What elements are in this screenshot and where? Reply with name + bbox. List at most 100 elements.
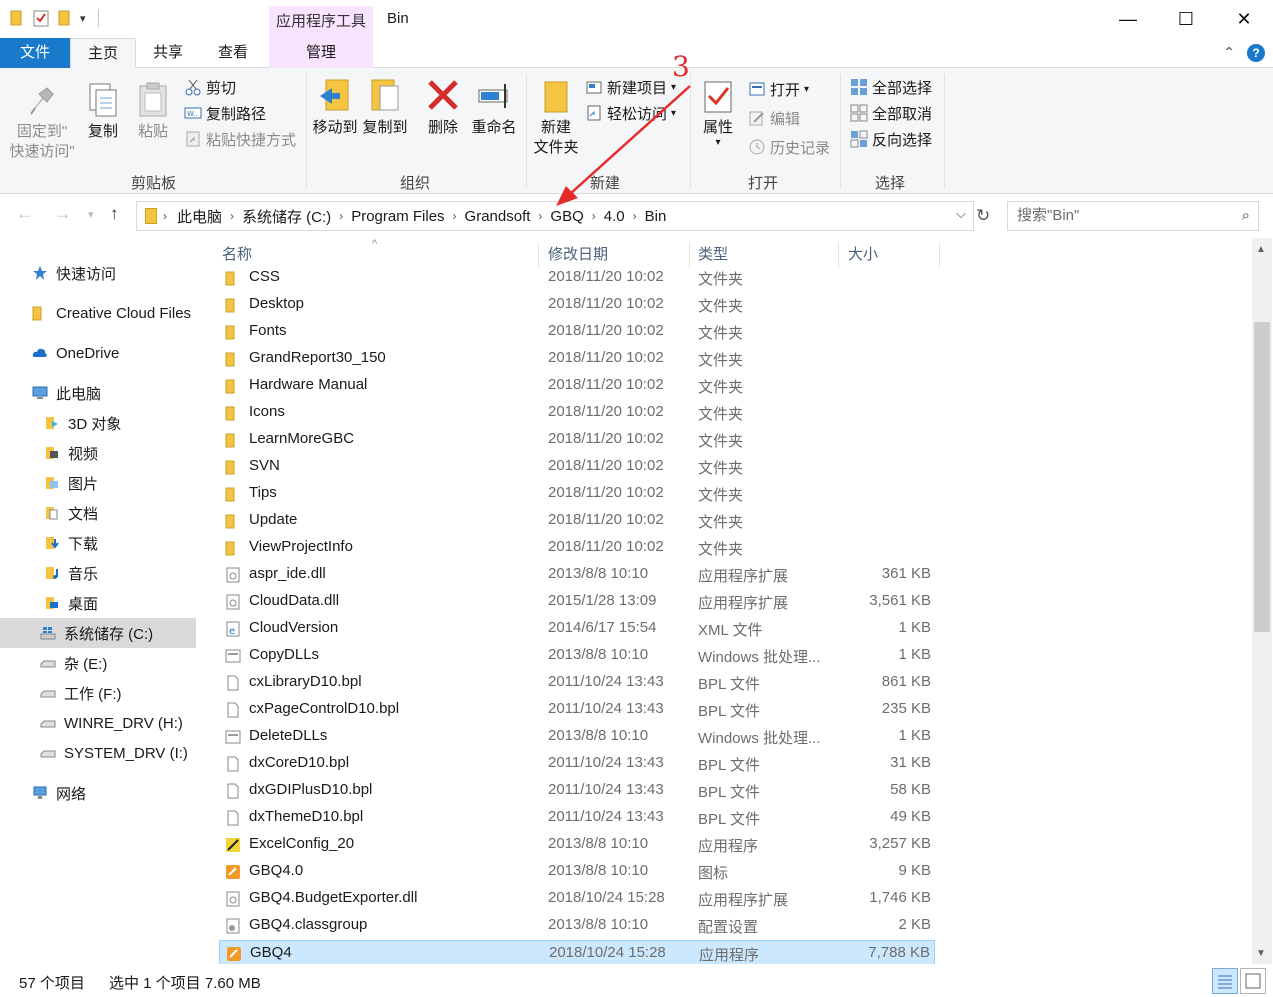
breadcrumb-item[interactable]: Bin bbox=[645, 208, 667, 225]
edit-button[interactable]: 编辑 bbox=[748, 107, 800, 129]
file-row[interactable]: CopyDLLs 2013/8/8 10:10 Windows 批处理... 1 KB bbox=[219, 643, 935, 670]
file-row[interactable]: Update 2018/11/20 10:02 文件夹 bbox=[219, 508, 935, 535]
file-row[interactable]: GBQ4.classgroup 2013/8/8 10:10 配置设置 2 KB bbox=[219, 913, 935, 940]
search-input[interactable]: 搜索"Bin" ⌕ bbox=[1007, 201, 1259, 231]
file-row[interactable]: Icons 2018/11/20 10:02 文件夹 bbox=[219, 400, 935, 427]
file-row[interactable]: dxGDIPlusD10.bpl 2011/10/24 13:43 BPL 文件 58… bbox=[219, 778, 935, 805]
file-row[interactable]: Tips 2018/11/20 10:02 文件夹 bbox=[219, 481, 935, 508]
nav-item[interactable]: Creative Cloud Files bbox=[0, 298, 196, 328]
file-row[interactable]: CloudData.dll 2015/1/28 13:09 应用程序扩展 3,561 … bbox=[219, 589, 935, 616]
tab-manage[interactable]: 管理 bbox=[269, 38, 373, 68]
file-row[interactable]: Hardware Manual 2018/11/20 10:02 文件夹 bbox=[219, 373, 935, 400]
file-row[interactable]: e CloudVersion 2014/6/17 15:54 XML 文件 1 KB bbox=[219, 616, 935, 643]
select-all-button[interactable]: 全部选择 bbox=[850, 76, 932, 98]
file-row[interactable]: GBQ4.0 2013/8/8 10:10 图标 9 KB bbox=[219, 859, 935, 886]
file-row[interactable]: Fonts 2018/11/20 10:02 文件夹 bbox=[219, 319, 935, 346]
breadcrumb-separator[interactable]: › bbox=[230, 209, 234, 223]
breadcrumb-item[interactable]: 系统储存 (C:) bbox=[242, 206, 331, 227]
history-button[interactable]: 历史记录 bbox=[748, 136, 830, 158]
nav-item[interactable]: 此电脑 bbox=[0, 378, 196, 408]
breadcrumb-item[interactable]: Program Files bbox=[351, 208, 444, 225]
file-row[interactable]: GBQ4.BudgetExporter.dll 2018/10/24 15:28 应… bbox=[219, 886, 935, 913]
delete-button[interactable]: 删除 bbox=[424, 76, 462, 138]
scrollbar-thumb[interactable] bbox=[1254, 322, 1270, 632]
nav-item[interactable]: 图片 bbox=[0, 468, 196, 498]
nav-item[interactable]: 下载 bbox=[0, 528, 196, 558]
address-bar[interactable]: › 此电脑 › 系统储存 (C:) › Program Files › Grandsoft ›… bbox=[136, 201, 974, 231]
breadcrumb-item[interactable]: 4.0 bbox=[604, 208, 625, 225]
file-row[interactable]: Desktop 2018/11/20 10:02 文件夹 bbox=[219, 292, 935, 319]
nav-item[interactable]: OneDrive bbox=[0, 338, 196, 368]
breadcrumb-item[interactable]: 此电脑 bbox=[177, 206, 222, 227]
minimize-button[interactable]: — bbox=[1099, 0, 1157, 38]
breadcrumb-separator[interactable]: › bbox=[633, 209, 637, 223]
breadcrumb-separator[interactable]: › bbox=[163, 209, 167, 223]
breadcrumb-separator[interactable]: › bbox=[339, 209, 343, 223]
up-arrow-icon[interactable]: ↑ bbox=[110, 204, 119, 224]
file-row[interactable]: DeleteDLLs 2013/8/8 10:10 Windows 批处理... 1 … bbox=[219, 724, 935, 751]
column-divider[interactable] bbox=[939, 242, 940, 268]
copy-to-button[interactable]: 复制到 bbox=[362, 76, 408, 138]
maximize-button[interactable]: ☐ bbox=[1157, 0, 1215, 38]
nav-item[interactable]: WINRE_DRV (H:) bbox=[0, 708, 196, 738]
breadcrumb-item[interactable]: Grandsoft bbox=[465, 208, 531, 225]
details-view-button[interactable] bbox=[1212, 968, 1238, 994]
nav-item[interactable]: 工作 (F:) bbox=[0, 678, 196, 708]
vertical-scrollbar[interactable]: ▲ ▼ bbox=[1252, 238, 1272, 964]
file-row[interactable]: GBQ4 2018/10/24 15:28 应用程序 7,788 KB bbox=[219, 940, 935, 964]
breadcrumb-item[interactable]: GBQ bbox=[550, 208, 583, 225]
file-row[interactable]: LearnMoreGBC 2018/11/20 10:02 文件夹 bbox=[219, 427, 935, 454]
address-history-chevron-icon[interactable]: ⌵ bbox=[956, 206, 966, 222]
open-button[interactable]: 打开 ▾ bbox=[748, 78, 809, 100]
nav-item[interactable]: SYSTEM_DRV (I:) bbox=[0, 738, 196, 768]
new-folder-button[interactable]: 新建 文件夹 bbox=[532, 76, 580, 158]
ribbon-collapse-icon[interactable]: ⌃ bbox=[1223, 44, 1235, 61]
file-row[interactable]: SVN 2018/11/20 10:02 文件夹 bbox=[219, 454, 935, 481]
copy-button[interactable]: 复制 bbox=[84, 80, 122, 142]
tab-share[interactable]: 共享 bbox=[136, 38, 200, 68]
tab-file[interactable]: 文件 bbox=[0, 38, 70, 68]
tab-view[interactable]: 查看 bbox=[200, 38, 266, 68]
new-item-button[interactable]: 新建项目 ▾ bbox=[585, 76, 676, 98]
file-row[interactable]: cxLibraryD10.bpl 2011/10/24 13:43 BPL 文件 86… bbox=[219, 670, 935, 697]
refresh-icon[interactable]: ↻ bbox=[976, 201, 996, 231]
move-to-button[interactable]: 移动到 bbox=[312, 76, 358, 138]
file-row[interactable]: aspr_ide.dll 2013/8/8 10:10 应用程序扩展 361 KB bbox=[219, 562, 935, 589]
properties-qat-button[interactable] bbox=[32, 8, 50, 28]
scroll-up-arrow-icon[interactable]: ▲ bbox=[1256, 244, 1266, 255]
nav-item[interactable]: 网络 bbox=[0, 778, 196, 808]
tab-home[interactable]: 主页 bbox=[70, 38, 136, 69]
rename-button[interactable]: 重命名 bbox=[470, 76, 518, 138]
nav-item[interactable]: 3D 对象 bbox=[0, 408, 196, 438]
copy-path-button[interactable]: W.. 复制路径 bbox=[184, 102, 266, 124]
recent-locations-chevron-icon[interactable]: ▾ bbox=[88, 208, 94, 221]
close-button[interactable]: ✕ bbox=[1215, 0, 1273, 38]
invert-selection-button[interactable]: 反向选择 bbox=[850, 128, 932, 150]
new-folder-qat-button[interactable] bbox=[56, 8, 74, 28]
paste-button[interactable]: 粘贴 bbox=[134, 80, 172, 142]
help-icon[interactable]: ? bbox=[1247, 44, 1265, 62]
easy-access-button[interactable]: 轻松访问 ▾ bbox=[585, 102, 676, 124]
large-icons-view-button[interactable] bbox=[1240, 968, 1266, 994]
nav-item[interactable]: 快速访问 bbox=[0, 258, 196, 288]
select-none-button[interactable]: 全部取消 bbox=[850, 102, 932, 124]
qat-customize-dropdown[interactable]: ▾ bbox=[80, 12, 86, 25]
file-row[interactable]: CSS 2018/11/20 10:02 文件夹 bbox=[219, 265, 935, 292]
pin-to-quick-access-button[interactable]: 固定到" 快速访问" bbox=[8, 80, 76, 162]
cut-button[interactable]: 剪切 bbox=[184, 76, 236, 98]
file-row[interactable]: dxCoreD10.bpl 2011/10/24 13:43 BPL 文件 31 KB bbox=[219, 751, 935, 778]
breadcrumb-separator[interactable]: › bbox=[592, 209, 596, 223]
nav-item[interactable]: 杂 (E:) bbox=[0, 648, 196, 678]
file-row[interactable]: dxThemeD10.bpl 2011/10/24 13:43 BPL 文件 49 K… bbox=[219, 805, 935, 832]
forward-arrow-icon[interactable]: → bbox=[54, 204, 71, 224]
nav-item[interactable]: 文档 bbox=[0, 498, 196, 528]
nav-item[interactable]: 系统储存 (C:) bbox=[0, 618, 196, 648]
nav-item[interactable]: 桌面 bbox=[0, 588, 196, 618]
nav-item[interactable]: 视频 bbox=[0, 438, 196, 468]
back-arrow-icon[interactable]: ← bbox=[16, 204, 33, 224]
scroll-down-arrow-icon[interactable]: ▼ bbox=[1256, 948, 1266, 959]
file-row[interactable]: ExcelConfig_20 2013/8/8 10:10 应用程序 3,257 KB bbox=[219, 832, 935, 859]
file-row[interactable]: GrandReport30_150 2018/11/20 10:02 文件夹 bbox=[219, 346, 935, 373]
breadcrumb-separator[interactable]: › bbox=[453, 209, 457, 223]
nav-item[interactable]: 音乐 bbox=[0, 558, 196, 588]
